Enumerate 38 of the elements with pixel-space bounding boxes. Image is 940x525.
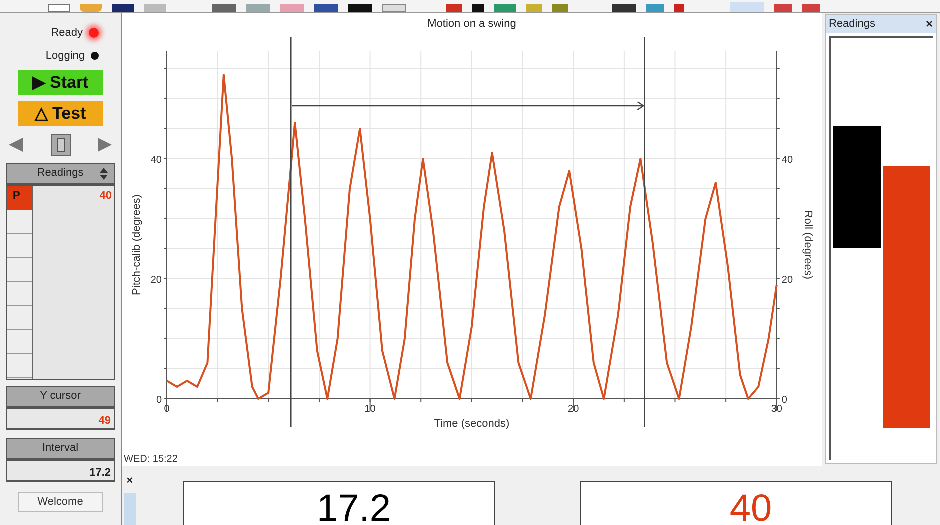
interval-header[interactable]: Interval (6, 438, 115, 460)
channel-tag[interactable]: P (7, 186, 32, 210)
x-tick-label: 30 (771, 404, 782, 415)
welcome-button[interactable]: Welcome (18, 492, 103, 512)
y-tick-label: 20 (150, 275, 162, 286)
y-cursor-value: 49 (6, 408, 115, 430)
y-tick-label: 0 (156, 395, 162, 406)
previous-icon[interactable] (8, 137, 24, 153)
y-tick-label: 0 (782, 395, 788, 406)
close-button[interactable]: × (126, 476, 134, 487)
next-icon[interactable] (97, 137, 113, 153)
x-axis-label: Time (seconds) (434, 418, 510, 430)
readings-dropdown[interactable]: Readings (6, 163, 115, 185)
interval-value: 17.2 (6, 460, 115, 482)
y-tick-label: 40 (782, 155, 794, 166)
y-tick-label: 20 (782, 275, 794, 286)
stop-icon[interactable] (50, 134, 70, 156)
folder-icon[interactable] (80, 4, 102, 12)
start-button[interactable]: ▶ Start (18, 70, 103, 95)
status-label: Logging (46, 48, 85, 64)
cursor-line[interactable] (290, 37, 292, 427)
display-value: 17.2 (316, 490, 391, 525)
panel-title: Readings (829, 16, 876, 32)
display-value: 40 (728, 490, 772, 525)
y-axis-label: Pitch-calib (degrees) (131, 194, 143, 296)
x-tick-label: 10 (364, 404, 376, 415)
test-button[interactable]: △ Test (18, 101, 103, 126)
y-axis-label: Roll (degrees) (802, 210, 814, 280)
status-label: Ready (51, 26, 83, 41)
x-tick-label: 20 (568, 404, 580, 415)
close-button[interactable]: × (926, 18, 933, 30)
timestamp: WED: 15:22 (123, 454, 179, 466)
y-tick-label: 40 (150, 155, 162, 166)
chart-title: Motion on a swing (428, 18, 516, 30)
reading-value: 40 (98, 189, 113, 204)
up-down-icon (100, 168, 108, 180)
y-cursor-header[interactable]: Y cursor (6, 386, 115, 408)
x-tick-label: 0 (164, 404, 170, 415)
